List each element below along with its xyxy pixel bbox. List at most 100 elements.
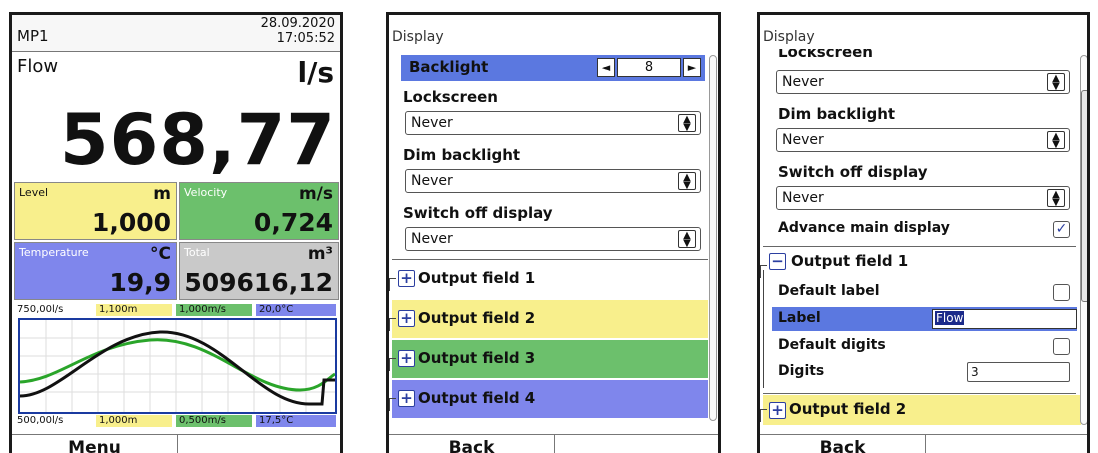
main-display-screen: MP1 28.09.2020 17:05:52 Flow l/s 568,77 … [9, 12, 343, 453]
collapse-icon[interactable]: − [769, 253, 786, 270]
status-header: MP1 28.09.2020 17:05:52 [12, 15, 340, 52]
scale-min-velocity: 0,500m/s [176, 415, 252, 427]
divider [763, 393, 1076, 394]
scrollbar-thumb[interactable] [1081, 90, 1087, 302]
backlight-value[interactable]: 8 [617, 58, 681, 77]
updown-arrow-icon: ▲ ▼ [1047, 189, 1065, 208]
output-field-1-label: Output field 1 [418, 269, 536, 287]
scale-max-flow: 750,00l/s [14, 304, 92, 316]
flow-label: Flow [17, 56, 59, 77]
scale-max-temperature: 20,0°C [256, 304, 336, 316]
scale-min-flow: 500,00l/s [14, 415, 92, 427]
scale-min-level: 1,000m [96, 415, 172, 427]
flow-main-value: Flow l/s 568,77 [12, 52, 340, 180]
device-name: MP1 [17, 27, 49, 45]
flow-value: 568,77 [59, 99, 336, 181]
dim-backlight-label: Dim backlight [403, 146, 521, 164]
updown-arrow-icon: ▲ ▼ [678, 114, 696, 133]
updown-arrow-icon: ▲ ▼ [1047, 131, 1065, 150]
total-unit: m³ [307, 244, 333, 264]
lockscreen-value: Never [411, 115, 453, 131]
softkey-bar: Back [389, 434, 718, 453]
tree-bracket [760, 409, 767, 422]
level-unit: m [153, 184, 171, 204]
advance-main-display-label: Advance main display [778, 220, 950, 236]
output-field-4-group[interactable]: + Output field 4 [389, 380, 708, 418]
switch-off-value: Never [411, 231, 453, 247]
velocity-label: Velocity [184, 186, 228, 199]
date-time: 28.09.2020 17:05:52 [261, 16, 335, 46]
dim-backlight-select[interactable]: Never ▲ ▼ [776, 128, 1070, 152]
scrollbar[interactable] [1080, 55, 1087, 425]
trend-chart [18, 318, 337, 414]
expand-icon[interactable]: + [398, 350, 415, 367]
switch-off-select[interactable]: Never ▲ ▼ [405, 227, 701, 251]
temperature-label: Temperature [19, 246, 89, 259]
dim-backlight-value: Never [782, 132, 824, 148]
default-digits-checkbox[interactable] [1053, 338, 1070, 355]
softkey-bar: Back [760, 434, 1087, 453]
flow-unit: l/s [297, 56, 335, 89]
backlight-increase-button[interactable]: ► [683, 58, 701, 77]
temperature-unit: °C [150, 244, 171, 264]
digits-label: Digits [778, 363, 825, 379]
scale-max-level: 1,100m [96, 304, 172, 316]
label-row[interactable]: Label Flow [772, 307, 1077, 331]
expand-icon[interactable]: + [769, 402, 786, 419]
empty-softkey[interactable] [555, 435, 718, 453]
output-field-2-group[interactable]: + Output field 2 [760, 395, 1081, 425]
dim-backlight-label: Dim backlight [778, 105, 896, 123]
output-field-1-group[interactable]: − Output field 1 [760, 247, 1076, 285]
level-value: 1,000 [91, 208, 171, 237]
lockscreen-select[interactable]: Never ▲ ▼ [405, 111, 701, 135]
expand-icon[interactable]: + [398, 390, 415, 407]
velocity-unit: m/s [298, 184, 333, 204]
dim-backlight-select[interactable]: Never ▲ ▼ [405, 169, 701, 193]
default-label-checkbox[interactable] [1053, 284, 1070, 301]
scale-min-bar: 500,00l/s 1,000m 0,500m/s 17,5°C [14, 415, 338, 427]
advance-main-display-checkbox[interactable]: ✓ [1053, 221, 1070, 238]
empty-softkey[interactable] [926, 435, 1087, 453]
temperature-value: 19,9 [109, 268, 171, 297]
lockscreen-value: Never [782, 74, 824, 90]
label-label: Label [778, 310, 821, 326]
output-field-3-group[interactable]: + Output field 3 [389, 340, 708, 378]
backlight-decrease-button[interactable]: ◄ [597, 58, 615, 77]
output-field-1-group[interactable]: + Output field 1 [389, 260, 708, 298]
menu-button[interactable]: Menu [12, 435, 178, 453]
empty-softkey[interactable] [178, 435, 340, 453]
backlight-row[interactable]: Backlight ◄ 8 ► [401, 55, 705, 81]
expand-icon[interactable]: + [398, 270, 415, 287]
clipped-row: Lockscreen [760, 49, 1078, 65]
level-label: Level [19, 186, 49, 199]
expand-icon[interactable]: + [398, 310, 415, 327]
backlight-label: Backlight [409, 58, 489, 76]
digits-input[interactable]: 3 [967, 362, 1070, 382]
updown-arrow-icon: ▲ ▼ [678, 172, 696, 191]
output-field-2-group[interactable]: + Output field 2 [389, 300, 708, 338]
lockscreen-label: Lockscreen [778, 49, 873, 61]
menu-title: Display [763, 29, 815, 45]
time: 17:05:52 [276, 31, 335, 46]
updown-arrow-icon: ▲ ▼ [1047, 73, 1065, 92]
output-field-4-label: Output field 4 [418, 389, 536, 407]
tree-bracket [389, 398, 396, 411]
back-button[interactable]: Back [760, 435, 926, 453]
velocity-tile: Velocity m/s 0,724 [179, 182, 339, 240]
trend-plot [20, 320, 335, 412]
label-input-value: Flow [935, 311, 965, 325]
lockscreen-label: Lockscreen [403, 88, 498, 106]
default-digits-label: Default digits [778, 337, 886, 353]
scale-max-bar: 750,00l/s 1,100m 1,000m/s 20,0°C [14, 304, 338, 316]
switch-off-select[interactable]: Never ▲ ▼ [776, 186, 1070, 210]
switch-off-label: Switch off display [778, 163, 928, 181]
back-button[interactable]: Back [389, 435, 555, 453]
scale-max-velocity: 1,000m/s [176, 304, 252, 316]
softkey-bar: Menu [12, 434, 340, 453]
output-field-1-label: Output field 1 [791, 252, 909, 270]
velocity-value: 0,724 [253, 208, 333, 237]
label-input[interactable]: Flow [932, 309, 1077, 329]
lockscreen-select[interactable]: Never ▲ ▼ [776, 70, 1070, 94]
scrollbar[interactable] [709, 55, 717, 421]
tree-line [763, 270, 764, 388]
